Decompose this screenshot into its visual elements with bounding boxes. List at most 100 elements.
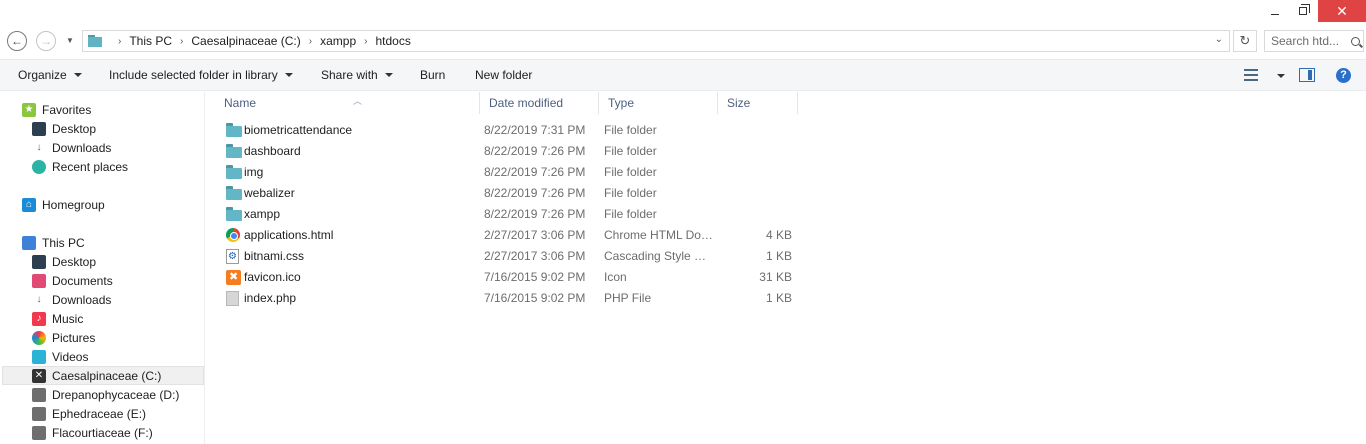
caret-down-icon (284, 73, 293, 77)
file-name: applications.html (244, 228, 334, 242)
file-size (718, 204, 792, 225)
search-icon[interactable] (1351, 36, 1360, 46)
table-row[interactable]: img 8/22/2019 7:26 PM File folder (207, 162, 807, 183)
column-header-date[interactable]: Date modified (480, 92, 599, 114)
share-with-button[interactable]: Share with (321, 68, 393, 82)
table-row[interactable]: applications.html 2/27/2017 3:06 PM Chro… (207, 225, 807, 246)
nav-pc-downloads[interactable]: ↓ Downloads (32, 290, 112, 309)
organize-button[interactable]: Organize (18, 68, 82, 82)
folder-icon (226, 186, 242, 201)
file-name: index.php (244, 291, 297, 305)
new-folder-button[interactable]: New folder (475, 68, 532, 82)
address-dropdown-icon[interactable]: ⌄ (1215, 34, 1223, 45)
recent-places-icon (32, 159, 46, 174)
table-row[interactable]: biometricattendance 8/22/2019 7:31 PM Fi… (207, 120, 807, 141)
chevron-right-icon[interactable]: › (118, 36, 121, 47)
nav-label: Ephedraceae (E:) (52, 406, 147, 421)
nav-label: Documents (52, 273, 113, 288)
nav-pc-drive-f[interactable]: Flacourtiaceae (F:) (32, 423, 153, 442)
refresh-icon: ↻ (1239, 33, 1251, 48)
drive-icon: ✕ (32, 368, 46, 383)
back-button[interactable]: ← (7, 31, 27, 51)
file-size (718, 120, 792, 141)
favorites-star-icon: ★ (22, 102, 36, 117)
nav-fav-desktop[interactable]: Desktop (32, 119, 96, 138)
forward-arrow-icon: → (40, 34, 52, 48)
php-file-icon (226, 291, 239, 306)
file-name: bitnami.css (244, 249, 305, 263)
organize-label: Organize (18, 68, 67, 82)
nav-pc-drive-e[interactable]: Ephedraceae (E:) (32, 404, 146, 423)
restore-button[interactable] (1290, 0, 1316, 22)
nav-fav-recent-places[interactable]: Recent places (32, 157, 128, 176)
recent-locations-button[interactable]: ▼ (66, 36, 74, 45)
file-date: 8/22/2019 7:31 PM (484, 123, 586, 137)
folder-icon (226, 207, 242, 222)
nav-fav-downloads[interactable]: ↓ Downloads (32, 138, 112, 157)
table-row[interactable]: dashboard 8/22/2019 7:26 PM File folder (207, 141, 807, 162)
file-size: 1 KB (765, 249, 792, 263)
nav-label: Homegroup (42, 197, 105, 212)
chevron-right-icon[interactable]: › (309, 36, 312, 47)
preview-pane-icon[interactable] (1299, 68, 1315, 82)
caret-down-icon (73, 73, 82, 77)
breadcrumb-htdocs[interactable]: htdocs (375, 34, 410, 48)
file-date: 2/27/2017 3:06 PM (484, 249, 586, 263)
nav-label: Downloads (52, 140, 112, 155)
column-header-name[interactable]: ︿ Name (215, 92, 480, 114)
pictures-icon (32, 330, 46, 345)
file-size: 1 KB (765, 291, 792, 305)
table-row[interactable]: webalizer 8/22/2019 7:26 PM File folder (207, 183, 807, 204)
xampp-icon (226, 270, 241, 285)
nav-pc-music[interactable]: ♪ Music (32, 309, 83, 328)
burn-button[interactable]: Burn (420, 68, 445, 82)
file-type: Icon (604, 270, 627, 284)
nav-label: This PC (42, 235, 85, 250)
documents-icon (32, 273, 46, 288)
table-row[interactable]: index.php 7/16/2015 9:02 PM PHP File 1 K… (207, 288, 807, 309)
breadcrumb-this-pc[interactable]: This PC (129, 34, 172, 48)
chevron-right-icon[interactable]: › (364, 36, 367, 47)
file-size: 4 KB (765, 228, 792, 242)
back-arrow-icon: ← (11, 34, 23, 48)
chevron-right-icon[interactable]: › (180, 36, 183, 47)
table-row[interactable]: favicon.ico 7/16/2015 9:02 PM Icon 31 KB (207, 267, 807, 288)
address-bar[interactable]: › This PC › Caesalpinaceae (C:) › xampp … (82, 30, 1230, 52)
include-in-library-button[interactable]: Include selected folder in library (109, 68, 293, 82)
refresh-button[interactable]: ↻ (1233, 30, 1257, 52)
search-box[interactable] (1264, 30, 1364, 52)
restore-icon (1299, 4, 1310, 15)
nav-label: Flacourtiaceae (F:) (52, 425, 153, 440)
file-size (718, 141, 792, 162)
view-options-caret-icon[interactable] (1277, 74, 1285, 78)
nav-homegroup[interactable]: ⌂ Homegroup (22, 195, 105, 214)
download-arrow-icon: ↓ (36, 294, 42, 305)
nav-pc-pictures[interactable]: Pictures (32, 328, 95, 347)
nav-pc-drive-d[interactable]: Drepanophycaceae (D:) (32, 385, 179, 404)
breadcrumb-drive-c[interactable]: Caesalpinaceae (C:) (191, 34, 300, 48)
breadcrumb-xampp[interactable]: xampp (320, 34, 356, 48)
view-details-icon[interactable] (1244, 69, 1258, 81)
nav-label: Drepanophycaceae (D:) (52, 387, 180, 402)
file-name: webalizer (244, 186, 295, 200)
column-header-type[interactable]: Type (599, 92, 718, 114)
close-button[interactable]: ✕ (1318, 0, 1366, 22)
file-name: img (244, 165, 264, 179)
file-date: 8/22/2019 7:26 PM (484, 144, 586, 158)
chevron-down-icon: ▼ (66, 36, 74, 45)
help-icon[interactable]: ? (1336, 68, 1351, 83)
nav-label: Pictures (52, 330, 96, 345)
forward-button[interactable]: → (36, 31, 56, 51)
folder-icon (88, 35, 104, 47)
nav-pc-desktop[interactable]: Desktop (32, 252, 96, 271)
table-row[interactable]: xampp 8/22/2019 7:26 PM File folder (207, 204, 807, 225)
nav-pc-drive-c[interactable]: ✕ Caesalpinaceae (C:) (2, 366, 204, 385)
nav-pc-documents[interactable]: Documents (32, 271, 113, 290)
minimize-button[interactable] (1262, 0, 1288, 22)
column-header-size[interactable]: Size (718, 92, 798, 114)
search-input[interactable] (1271, 34, 1349, 48)
nav-this-pc[interactable]: This PC (22, 233, 85, 252)
nav-favorites[interactable]: ★ Favorites (22, 100, 91, 119)
table-row[interactable]: bitnami.css 2/27/2017 3:06 PM Cascading … (207, 246, 807, 267)
nav-pc-videos[interactable]: Videos (32, 347, 88, 366)
